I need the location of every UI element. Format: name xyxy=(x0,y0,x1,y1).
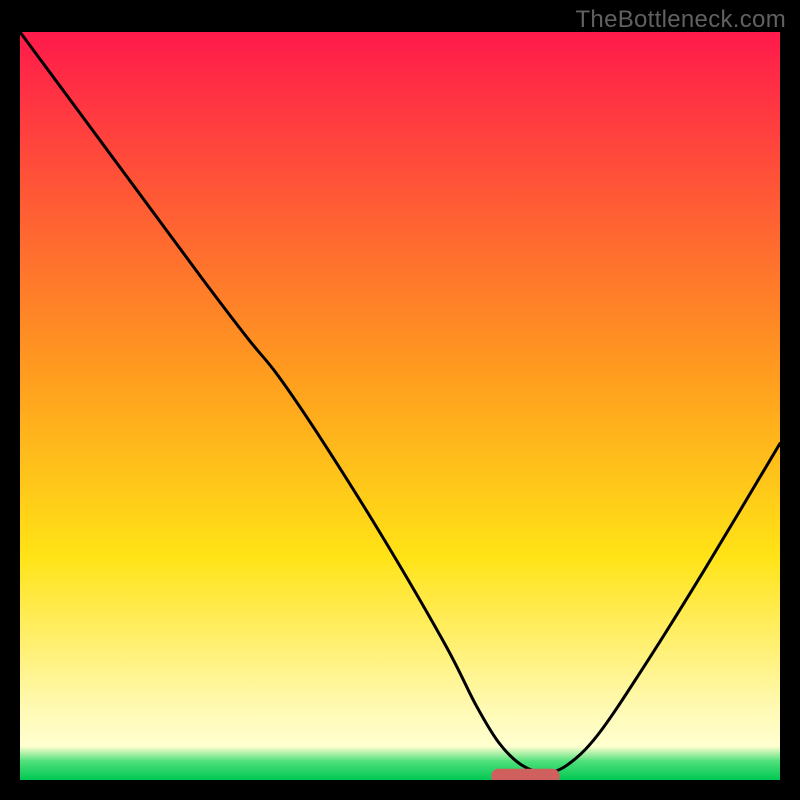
chart-frame: TheBottleneck.com xyxy=(0,0,800,800)
chart-area xyxy=(20,32,780,780)
optimal-marker xyxy=(491,769,559,780)
watermark-text: TheBottleneck.com xyxy=(575,6,786,34)
chart-svg xyxy=(20,32,780,780)
chart-background xyxy=(20,32,780,780)
